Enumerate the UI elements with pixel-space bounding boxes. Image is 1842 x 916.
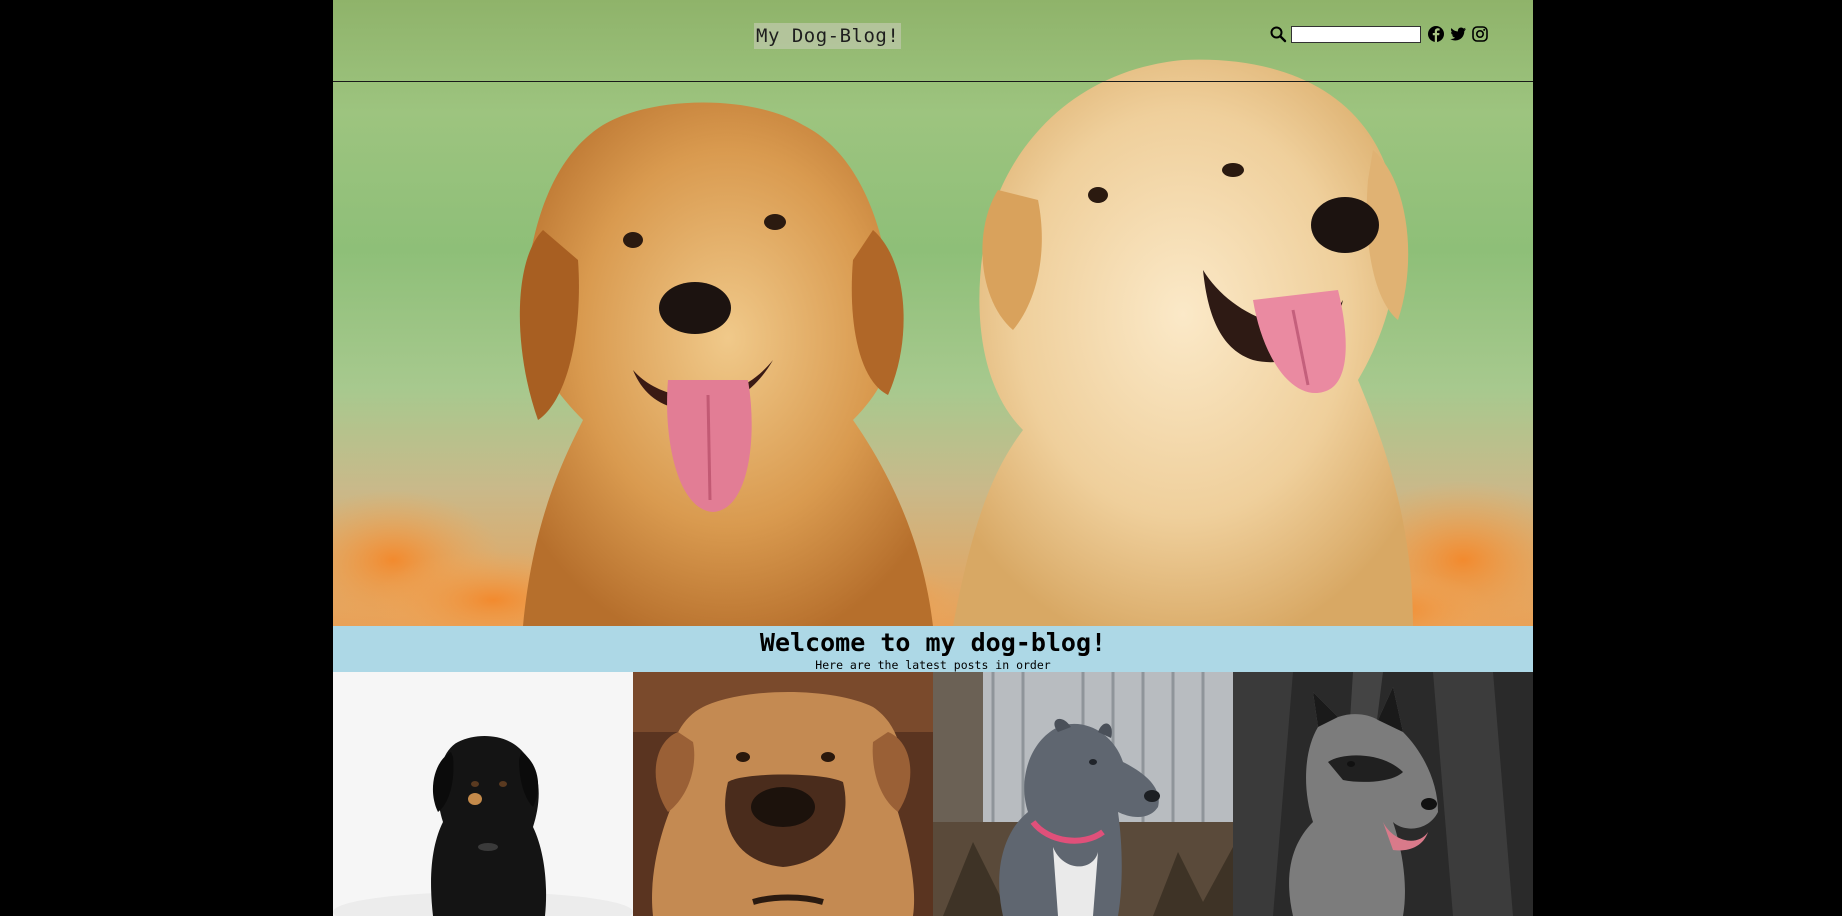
site-header: My Dog-Blog! (333, 0, 1533, 82)
search-input[interactable] (1291, 25, 1421, 43)
post-image-german-shepherd[interactable] (1233, 672, 1533, 916)
post-image-boerboel-mastiff[interactable] (633, 672, 933, 916)
post-card-2[interactable] (633, 672, 933, 916)
post-image-grey-pitbull[interactable] (933, 672, 1233, 916)
post-card-3[interactable] (933, 672, 1233, 916)
posts-grid (333, 672, 1533, 916)
instagram-icon[interactable] (1471, 25, 1489, 43)
site-title[interactable]: My Dog-Blog! (754, 23, 902, 49)
hero-image-golden-retriever-puppies (333, 59, 1533, 626)
welcome-subtitle: Here are the latest posts in order (815, 658, 1051, 672)
welcome-title: Welcome to my dog-blog! (759, 628, 1107, 657)
twitter-icon[interactable] (1449, 25, 1467, 43)
header-tools (1269, 23, 1489, 45)
post-image-black-labrador[interactable] (333, 672, 633, 916)
search-icon[interactable] (1269, 25, 1287, 43)
facebook-icon[interactable] (1427, 25, 1445, 43)
post-card-1[interactable] (333, 672, 633, 916)
welcome-banner: Welcome to my dog-blog! Here are the lat… (333, 626, 1533, 672)
page: My Dog-Blog! Welcome to my dog-blog! Her… (333, 0, 1533, 916)
post-card-4[interactable] (1233, 672, 1533, 916)
hero-banner: My Dog-Blog! (333, 0, 1533, 626)
